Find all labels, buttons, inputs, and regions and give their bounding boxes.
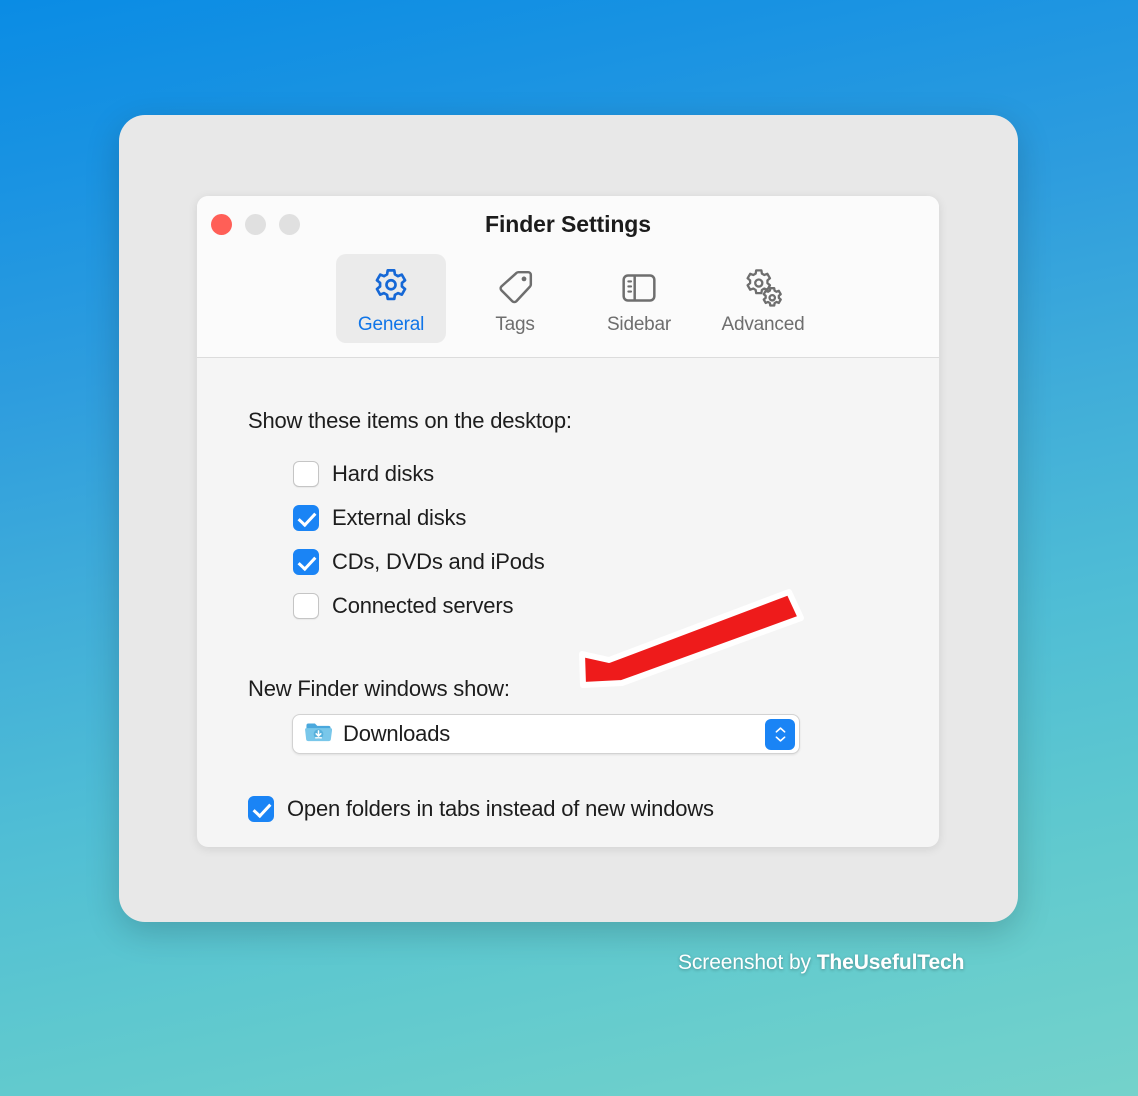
checkbox-row-external-disks[interactable]: External disks [293, 496, 939, 540]
checkbox-connected-servers[interactable] [293, 593, 319, 619]
tab-advanced[interactable]: Advanced [708, 254, 818, 343]
watermark-prefix: Screenshot by [678, 951, 817, 974]
desktop-items-label: Show these items on the desktop: [248, 408, 572, 433]
new-finder-windows-dropdown[interactable]: Downloads [292, 714, 800, 754]
new-finder-windows-label: New Finder windows show: [248, 676, 510, 701]
dropdown-stepper-button[interactable] [765, 719, 795, 750]
checkbox-label-connected-servers: Connected servers [332, 593, 514, 618]
tab-sidebar-label: Sidebar [606, 314, 672, 335]
watermark-credit: Screenshot by TheUsefulTech [678, 951, 964, 975]
checkbox-external-disks[interactable] [293, 505, 319, 531]
checkbox-label-cds-dvds-ipods: CDs, DVDs and iPods [332, 549, 545, 574]
tab-tags[interactable]: Tags [460, 254, 570, 343]
gear-icon [336, 265, 446, 311]
checkbox-label-hard-disks: Hard disks [332, 461, 434, 486]
desktop-items-checkbox-group: Hard disks External disks CDs, DVDs and … [197, 452, 939, 628]
tab-advanced-label: Advanced [721, 314, 805, 335]
double-gear-icon [708, 265, 818, 311]
chevron-up-icon [775, 727, 785, 733]
tag-icon [460, 265, 570, 311]
sidebar-icon [584, 265, 694, 311]
checkbox-hard-disks[interactable] [293, 461, 319, 487]
tab-tags-label: Tags [495, 314, 535, 335]
new-finder-windows-value: Downloads [343, 721, 451, 746]
tab-general[interactable]: General [336, 254, 446, 343]
general-settings-pane: Show these items on the desktop: Hard di… [197, 358, 939, 846]
downloads-folder-icon [305, 720, 333, 749]
tab-general-label: General [357, 314, 425, 335]
new-finder-windows-popup-wrap: Downloads [292, 714, 939, 754]
finder-settings-window: Finder Settings General Tags Sidebar Adv… [197, 196, 939, 847]
checkbox-label-external-disks: External disks [332, 505, 467, 530]
checkbox-row-hard-disks[interactable]: Hard disks [293, 452, 939, 496]
checkbox-open-folders-in-tabs[interactable] [248, 796, 274, 822]
checkbox-cds-dvds-ipods[interactable] [293, 549, 319, 575]
checkbox-row-open-folders-in-tabs[interactable]: Open folders in tabs instead of new wind… [248, 796, 939, 822]
checkbox-row-cds-dvds-ipods[interactable]: CDs, DVDs and iPods [293, 540, 939, 584]
tab-sidebar[interactable]: Sidebar [584, 254, 694, 343]
chevron-down-icon [775, 736, 785, 742]
window-title: Finder Settings [485, 211, 651, 237]
watermark-brand: TheUsefulTech [816, 951, 965, 974]
checkbox-label-open-folders-in-tabs: Open folders in tabs instead of new wind… [287, 796, 714, 821]
checkbox-row-connected-servers[interactable]: Connected servers [293, 584, 939, 628]
settings-tab-bar: General Tags Sidebar Advanced [336, 254, 818, 343]
window-titlebar: Finder Settings General Tags Sidebar Adv… [197, 196, 939, 358]
